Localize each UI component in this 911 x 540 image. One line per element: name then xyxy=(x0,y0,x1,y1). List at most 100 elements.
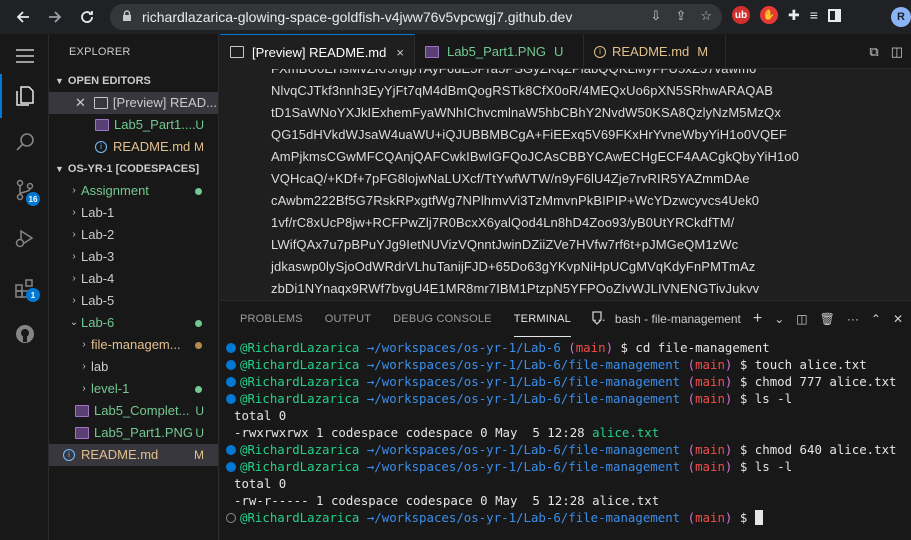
tree-folder-assignment[interactable]: › Assignment xyxy=(49,180,218,202)
open-editor-item[interactable]: i README.md M xyxy=(49,136,218,158)
output-text: total 0 xyxy=(234,476,287,491)
maximize-icon[interactable]: ⌃ xyxy=(871,312,881,326)
run-debug-icon[interactable] xyxy=(0,216,49,260)
close-icon[interactable]: ✕ xyxy=(75,92,86,114)
share-icon[interactable]: ⇪ xyxy=(675,8,686,24)
tree-folder-lab-5[interactable]: › Lab-5 xyxy=(49,290,218,312)
tab-debug-console[interactable]: DEBUG CONSOLE xyxy=(393,301,492,337)
reload-icon[interactable] xyxy=(74,4,100,30)
workspace-header[interactable]: ▼ OS-YR-1 [CODESPACES] xyxy=(49,158,218,180)
terminal-line: @RichardLazarica →/workspaces/os-yr-1/La… xyxy=(226,441,911,458)
explorer-files-icon[interactable] xyxy=(0,74,49,118)
source-control-icon[interactable] xyxy=(0,168,49,212)
prompt-branch-open: ( xyxy=(687,374,696,389)
prompt-path: →/workspaces/os-yr-1/Lab-6/file-manageme… xyxy=(366,391,688,406)
tab-terminal[interactable]: TERMINAL xyxy=(513,301,571,337)
prompt-command: $ ls -l xyxy=(732,391,793,406)
open-editors-header[interactable]: ▼ OPEN EDITORS xyxy=(49,70,218,92)
close-panel-icon[interactable]: ✕ xyxy=(893,312,903,326)
trash-icon[interactable]: 🗑 xyxy=(820,312,835,326)
extensions-puzzle-icon[interactable]: ✚ xyxy=(788,7,800,24)
bottom-panel: PROBLEMS OUTPUT DEBUG CONSOLE TERMINAL ·… xyxy=(220,300,911,540)
extensions-icon[interactable] xyxy=(0,266,49,310)
prompt-status-dot xyxy=(226,461,236,472)
preview-text-line: jdkaswp0lySjoOdWRdrVLhuTanijFJD+65Do63gY… xyxy=(271,259,756,274)
git-status-dot xyxy=(195,385,202,393)
chevron-right-icon: › xyxy=(72,295,76,306)
open-editor-item[interactable]: Lab5_Part1.... U xyxy=(49,114,218,136)
tree-folder-lab-3[interactable]: › Lab-3 xyxy=(49,246,218,268)
git-status-dot xyxy=(195,187,202,195)
chevron-down-icon[interactable]: ⌄ xyxy=(774,312,784,326)
image-file-icon xyxy=(75,405,89,417)
tab-readme[interactable]: i README.md M xyxy=(584,34,726,69)
activity-bar: 16 1 xyxy=(0,34,49,540)
prompt-branch-close: ) xyxy=(724,391,733,406)
prompt-user: @RichardLazarica xyxy=(240,391,367,406)
open-source-icon[interactable]: ⧉ xyxy=(869,44,878,60)
terminal-cursor xyxy=(754,510,763,525)
profile-avatar[interactable]: R xyxy=(891,7,911,27)
split-editor-icon[interactable]: ◫ xyxy=(891,44,903,60)
panel-tabs: PROBLEMS OUTPUT DEBUG CONSOLE TERMINAL ·… xyxy=(220,301,911,337)
new-terminal-icon[interactable]: + xyxy=(753,310,762,328)
extensions-badge: 1 xyxy=(26,288,40,302)
prompt-branch-open: ( xyxy=(687,391,696,406)
hand-extension-icon[interactable]: ✋ xyxy=(760,6,778,24)
side-panel-icon[interactable] xyxy=(827,8,841,22)
site-info-icon[interactable] xyxy=(120,9,134,26)
terminal-output[interactable]: @RichardLazarica →/workspaces/os-yr-1/La… xyxy=(220,339,911,539)
terminal-line: @RichardLazarica →/workspaces/os-yr-1/La… xyxy=(226,373,911,390)
tab-output[interactable]: OUTPUT xyxy=(325,301,371,337)
tree-folder-lab-6[interactable]: ⌄ Lab-6 xyxy=(49,312,218,334)
prompt-branch-open: ( xyxy=(687,357,696,372)
reading-list-icon[interactable]: ≡ xyxy=(810,7,818,23)
terminal-line: total 0 xyxy=(226,475,911,492)
preview-text-line: tD1SaWNoYXJkIExhemFyaWNhIChvcmlnaW5hbCBh… xyxy=(271,105,781,120)
ublock-extension-icon[interactable]: ub xyxy=(732,6,750,24)
explorer-title: EXPLORER xyxy=(69,46,131,58)
output-text: -rw-r----- 1 codespace codespace 0 May 5… xyxy=(234,493,660,508)
prompt-path: →/workspaces/os-yr-1/Lab-6/file-manageme… xyxy=(366,459,688,474)
chevron-down-icon: ⌄ xyxy=(69,317,79,328)
bookmark-star-icon[interactable]: ☆ xyxy=(700,8,712,24)
tab-preview-readme[interactable]: [Preview] README.md × xyxy=(220,34,415,69)
preview-text-line: zbDi1NYnaqx9RWf7bvgU4E1MR8mr7IBM1PtzpN5Y… xyxy=(271,281,760,296)
prompt-command: $ touch alice.txt xyxy=(732,357,867,372)
address-bar[interactable]: richardlazarica-glowing-space-goldfish-v… xyxy=(110,4,722,30)
search-icon[interactable] xyxy=(0,120,49,164)
tree-file-lab5-complete[interactable]: Lab5_Complet... U xyxy=(49,400,218,422)
split-terminal-icon[interactable]: ◫ xyxy=(796,312,807,326)
output-text: total 0 xyxy=(234,408,287,423)
tree-folder-level-1[interactable]: › level-1 xyxy=(49,378,218,400)
explorer-sidebar: EXPLORER ▼ OPEN EDITORS ✕ [Preview] READ.… xyxy=(49,34,219,540)
back-arrow-icon[interactable] xyxy=(10,4,36,30)
tree-folder-lab[interactable]: › lab xyxy=(49,356,218,378)
ellipsis-icon[interactable]: ··· xyxy=(847,312,859,326)
prompt-command: $ cd file-management xyxy=(613,340,770,355)
tree-folder-lab-1[interactable]: › Lab-1 xyxy=(49,202,218,224)
preview-text-line: QG15dHVkdWJsaW4uaWU+iQJUBBMBCgA+FiEExq5V… xyxy=(271,127,787,142)
menu-icon[interactable] xyxy=(0,34,49,78)
prompt-branch-close: ) xyxy=(724,357,733,372)
output-text: -rwxrwxrwx 1 codespace codespace 0 May 5… xyxy=(234,425,593,440)
prompt-status-dot xyxy=(226,512,236,523)
tab-problems[interactable]: PROBLEMS xyxy=(240,301,303,337)
tree-folder-lab-4[interactable]: › Lab-4 xyxy=(49,268,218,290)
open-editor-item[interactable]: ✕ [Preview] READ... xyxy=(49,92,218,114)
prompt-command: $ xyxy=(732,510,755,525)
tab-lab5-part1[interactable]: Lab5_Part1.PNG U xyxy=(415,34,584,69)
tree-folder-file-management[interactable]: › file-managem... xyxy=(49,334,218,356)
url-text: richardlazarica-glowing-space-goldfish-v… xyxy=(142,9,573,25)
install-app-icon[interactable]: ⇩ xyxy=(651,8,662,24)
prompt-branch-close: ) xyxy=(724,510,733,525)
terminal-line: total 0 xyxy=(226,407,911,424)
forward-arrow-icon[interactable] xyxy=(42,4,68,30)
prompt-branch-open: ( xyxy=(687,459,696,474)
tree-file-readme[interactable]: i README.md M xyxy=(49,444,218,466)
close-icon[interactable]: × xyxy=(396,45,404,60)
terminal-name[interactable]: bash - file-management xyxy=(615,312,741,326)
tree-folder-lab-2[interactable]: › Lab-2 xyxy=(49,224,218,246)
github-icon[interactable] xyxy=(0,312,49,356)
tree-file-lab5-part1[interactable]: Lab5_Part1.PNG U xyxy=(49,422,218,444)
